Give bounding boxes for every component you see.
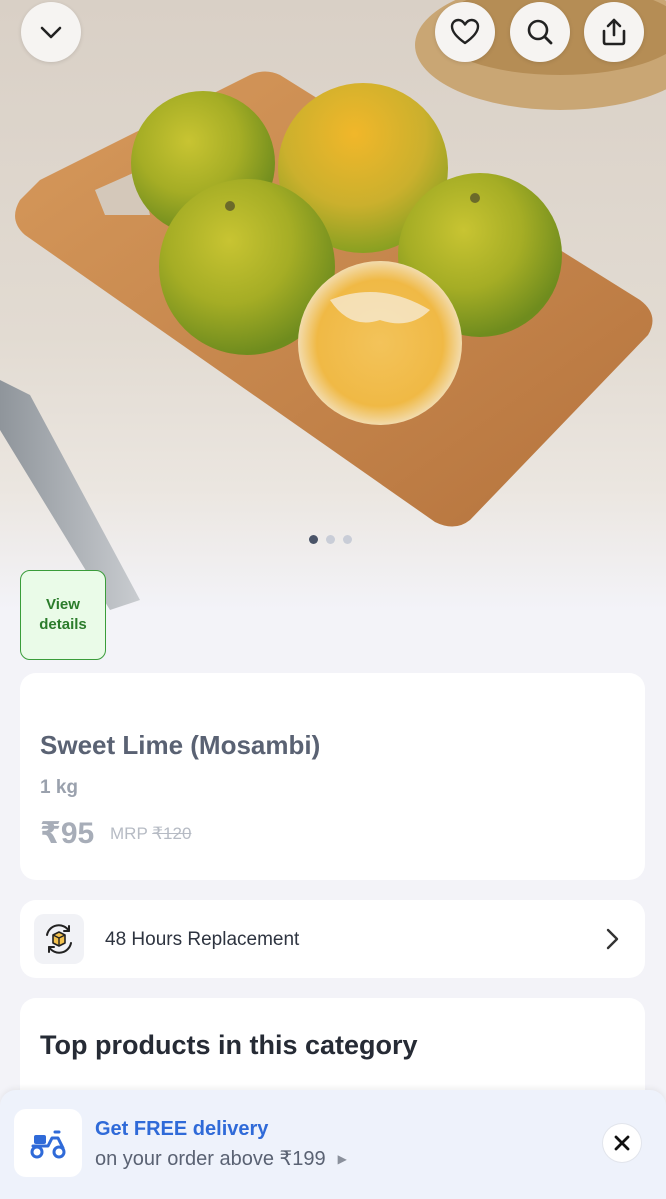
pagination-dot[interactable] — [326, 535, 335, 544]
free-delivery-banner[interactable]: Get FREE delivery on your order above ₹1… — [0, 1090, 666, 1199]
caret-right-icon: ▶ — [337, 1152, 347, 1166]
gallery-pagination — [309, 535, 352, 544]
view-details-button[interactable]: View details — [20, 570, 106, 660]
view-details-line2: details — [39, 616, 87, 633]
chevron-down-icon — [40, 26, 62, 39]
replacement-policy-row[interactable]: 48 Hours Replacement — [20, 900, 645, 978]
product-image-gallery[interactable] — [0, 0, 666, 610]
wishlist-button[interactable] — [435, 2, 495, 62]
replacement-box-icon — [34, 914, 84, 964]
product-image — [0, 0, 666, 610]
mrp-value: ₹120 — [152, 824, 192, 843]
delivery-subtitle: on your order above ₹199 ▶ — [95, 1146, 347, 1171]
delivery-title: Get FREE delivery — [95, 1118, 269, 1140]
search-button[interactable] — [510, 2, 570, 62]
close-icon — [614, 1135, 630, 1151]
share-icon — [602, 18, 626, 46]
scooter-icon — [14, 1109, 82, 1177]
product-price: ₹95 — [40, 817, 95, 850]
view-details-line1: View — [46, 596, 80, 613]
product-name: Sweet Lime (Mosambi) — [40, 730, 321, 760]
close-banner-button[interactable] — [603, 1124, 641, 1162]
search-icon — [527, 19, 553, 45]
product-weight: 1 kg — [40, 777, 79, 798]
delivery-subtitle-text: on your order above ₹199 — [95, 1148, 326, 1170]
collapse-button[interactable] — [21, 2, 81, 62]
product-mrp: MRP ₹120 — [110, 824, 191, 844]
heart-icon — [450, 18, 480, 45]
chevron-right-icon — [606, 928, 619, 950]
pagination-dot[interactable] — [343, 535, 352, 544]
replacement-label: 48 Hours Replacement — [105, 929, 300, 950]
section-title: Top products in this category — [40, 1030, 418, 1060]
mrp-label: MRP — [110, 824, 148, 843]
pagination-dot[interactable] — [309, 535, 318, 544]
share-button[interactable] — [584, 2, 644, 62]
product-info-card: Sweet Lime (Mosambi) 1 kg ₹95 MRP ₹120 — [20, 673, 645, 880]
